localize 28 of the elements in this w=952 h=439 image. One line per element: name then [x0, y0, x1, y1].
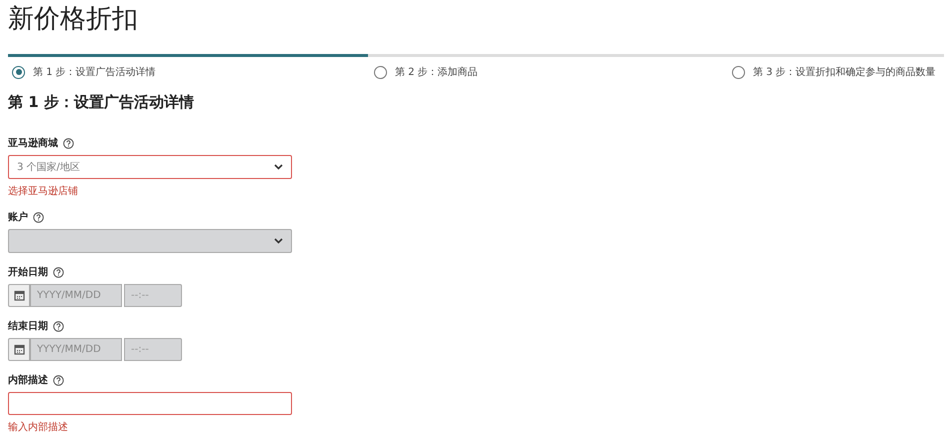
- step-label: 第 1 步：设置广告活动详情: [33, 66, 156, 79]
- field-label: 开始日期: [8, 266, 48, 279]
- chevron-down-icon: [274, 164, 283, 170]
- step-radio[interactable]: [732, 66, 745, 78]
- field-label: 结束日期: [8, 320, 48, 333]
- dropdown-field[interactable]: 3 个国家/地区: [8, 155, 292, 179]
- input-field[interactable]: [8, 392, 292, 415]
- field-label: 账户: [8, 210, 28, 224]
- help-icon[interactable]: [53, 266, 64, 278]
- section-heading: 第 1 步：设置广告活动详情: [8, 93, 195, 112]
- help-icon[interactable]: [63, 138, 74, 148]
- step-label: 第 3 步：设置折扣和确定参与的商品数量: [753, 66, 936, 79]
- chevron-down-icon: [274, 238, 283, 244]
- field-label: 内部描述: [8, 374, 48, 387]
- error-message: 输入内部描述: [8, 420, 69, 434]
- step-label: 第 2 步：添加商品: [395, 66, 478, 79]
- help-icon[interactable]: [53, 374, 64, 386]
- help-icon[interactable]: [53, 320, 64, 332]
- page-title: 新价格折扣: [8, 3, 139, 36]
- field-label: 亚马逊商城: [8, 136, 58, 150]
- help-icon[interactable]: [33, 212, 44, 222]
- calendar-icon: [14, 344, 24, 355]
- step-radio[interactable]: [12, 66, 25, 78]
- calendar-button[interactable]: [8, 284, 30, 307]
- error-message: 选择亚马逊店铺: [8, 184, 79, 198]
- step-radio[interactable]: [374, 66, 387, 78]
- calendar-icon: [14, 290, 24, 301]
- calendar-button[interactable]: [8, 338, 30, 361]
